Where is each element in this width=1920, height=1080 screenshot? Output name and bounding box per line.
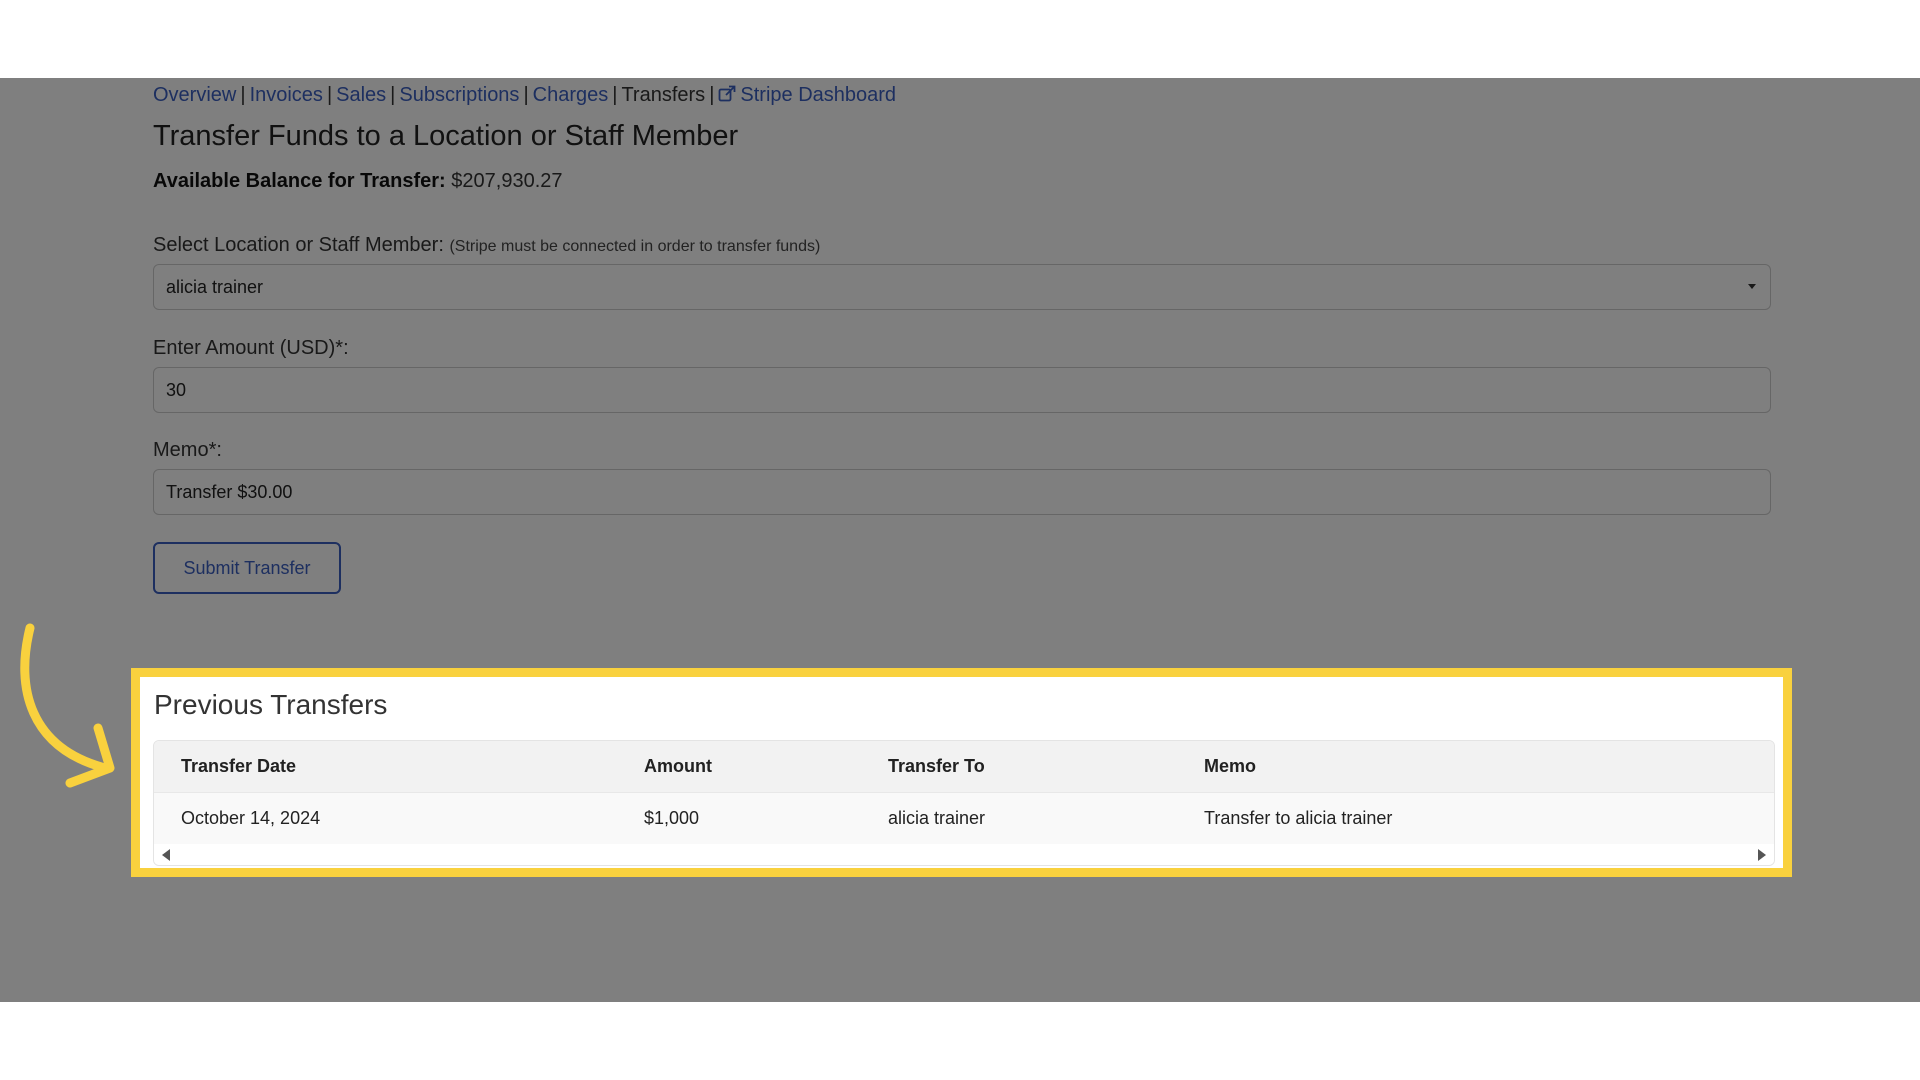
previous-transfers-panel: Previous Transfers Transfer Date Amount …	[131, 668, 1792, 877]
column-header[interactable]: Transfer To	[861, 741, 1177, 793]
screen: Overview | Invoices | Sales | Subscriptions | Ch…	[0, 78, 1920, 1002]
horizontal-scrollbar[interactable]	[154, 845, 1774, 865]
nav-separator: |	[390, 84, 396, 106]
nav-separator: |	[523, 84, 529, 106]
select-location-label: Select Location or Staff Member: (Stripe…	[153, 234, 820, 257]
stripe-dashboard-label: Stripe Dashboard	[740, 84, 897, 106]
nav-invoices-link[interactable]: Invoices	[250, 84, 323, 106]
amount-label: Enter Amount (USD)*:	[153, 337, 349, 359]
nav-transfers-current: Transfers	[621, 84, 706, 106]
column-header[interactable]: Transfer Date	[154, 741, 617, 793]
nav-subscriptions-link[interactable]: Subscriptions	[399, 84, 519, 106]
available-balance: Available Balance for Transfer: $207,930…	[153, 170, 563, 193]
memo-cell: Transfer to alicia trainer	[1177, 792, 1774, 844]
table-header-row: Transfer Date Amount Transfer To Memo	[154, 741, 1774, 793]
scroll-left-icon[interactable]	[162, 849, 170, 861]
memo-input[interactable]: Transfer $30.00	[153, 469, 1771, 515]
scroll-right-icon[interactable]	[1758, 849, 1766, 861]
amount-input[interactable]: 30	[153, 367, 1771, 413]
balance-label: Available Balance for Transfer:	[153, 170, 446, 192]
billing-nav: Overview | Invoices | Sales | Subscriptions | Ch…	[153, 84, 896, 109]
nav-sales-link[interactable]: Sales	[336, 84, 386, 106]
memo-label: Memo*:	[153, 439, 222, 461]
external-link-icon	[718, 85, 736, 109]
page-title: Transfer Funds to a Location or Staff Me…	[153, 120, 739, 152]
transfer-to-cell: alicia trainer	[861, 792, 1177, 844]
nav-stripe-dashboard-link[interactable]: Stripe Dashboard	[718, 84, 896, 106]
caret-down-icon	[1748, 284, 1756, 289]
transfers-table: Transfer Date Amount Transfer To Memo Oc…	[154, 741, 1774, 844]
select-location-hint: (Stripe must be connected in order to tr…	[449, 238, 821, 255]
nav-overview-link[interactable]: Overview	[153, 84, 236, 106]
previous-transfers-title: Previous Transfers	[154, 689, 388, 720]
location-staff-select-value: alicia trainer	[166, 277, 264, 297]
amount-cell: $1,000	[617, 792, 861, 844]
column-header[interactable]: Amount	[617, 741, 861, 793]
column-header[interactable]: Memo	[1177, 741, 1774, 793]
transfer-date-cell: October 14, 2024	[154, 792, 617, 844]
submit-transfer-button[interactable]: Submit Transfer	[153, 542, 341, 594]
select-location-label-text: Select Location or Staff Member:	[153, 234, 444, 256]
nav-separator: |	[612, 84, 618, 106]
curved-arrow-icon	[20, 623, 115, 788]
nav-separator: |	[326, 84, 333, 106]
canvas: Overview | Invoices | Sales | Subscriptions | Ch…	[0, 0, 1920, 1080]
balance-value: $207,930.27	[451, 170, 563, 192]
nav-separator: |	[240, 84, 246, 106]
table-row: October 14, 2024 $1,000 alicia trainer T…	[154, 792, 1774, 844]
nav-charges-link[interactable]: Charges	[533, 84, 609, 106]
nav-separator: |	[709, 84, 715, 106]
transfers-table-container: Transfer Date Amount Transfer To Memo Oc…	[153, 740, 1775, 866]
location-staff-select[interactable]: alicia trainer	[153, 264, 1771, 310]
